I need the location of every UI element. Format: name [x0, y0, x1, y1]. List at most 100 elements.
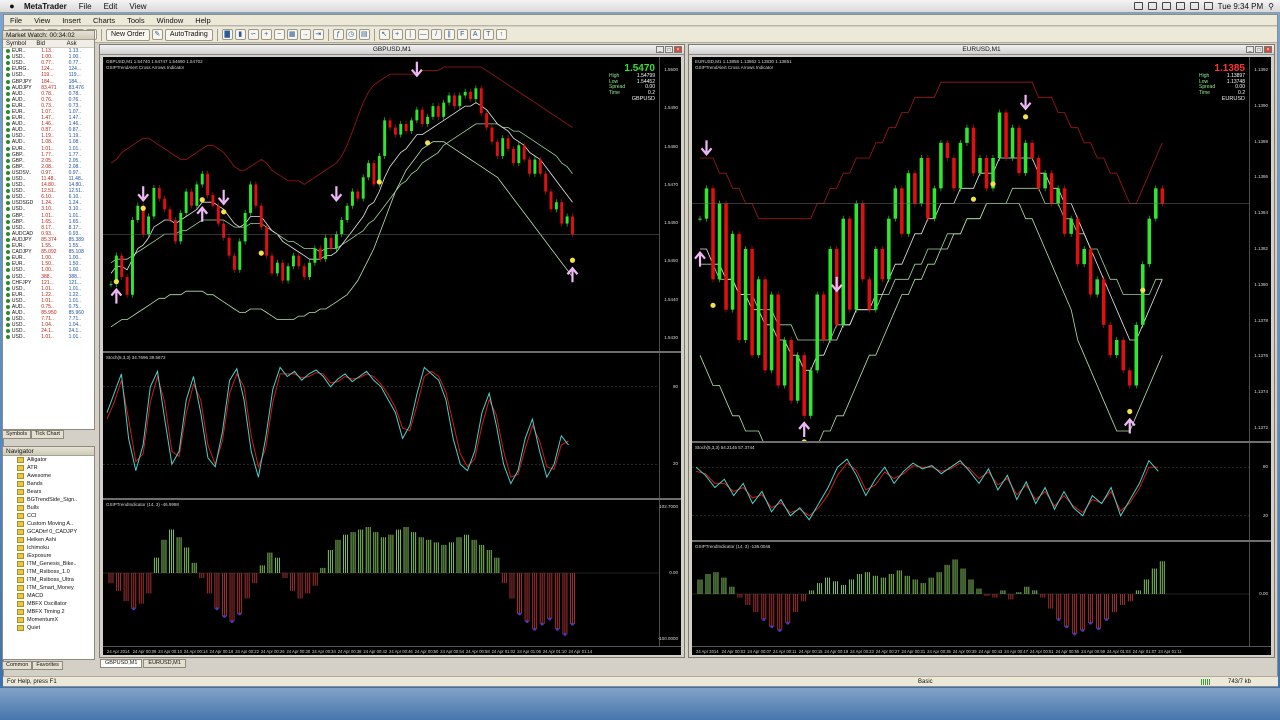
tray-icon[interactable]: [1161, 2, 1171, 10]
navigator-item[interactable]: ITM_Rsiboss_1.0: [3, 568, 94, 576]
new-order-button[interactable]: New Order: [106, 28, 150, 41]
time-axis: 24 Apr 2014 24 Apr 00:03 24 Apr 00:07 24 Ap…: [692, 646, 1271, 655]
channel-icon[interactable]: ∥: [443, 29, 455, 40]
ask-price: 1.55..: [68, 243, 82, 250]
navigator-item[interactable]: ATR: [3, 464, 94, 472]
tab-favorites[interactable]: Favorites: [32, 661, 63, 670]
trendline-icon[interactable]: /: [430, 29, 442, 40]
chart-shift-icon[interactable]: ⇥: [312, 29, 324, 40]
menu-tools[interactable]: Tools: [121, 16, 151, 25]
navigator-item[interactable]: CCI: [3, 512, 94, 520]
navigator-item[interactable]: ITM_Rsiboss_Ultra: [3, 576, 94, 584]
mac-menu-view[interactable]: View: [123, 2, 152, 11]
candle: [436, 106, 440, 117]
menu-view[interactable]: View: [28, 16, 56, 25]
col-symbol[interactable]: Symbol: [3, 40, 33, 47]
navigator-item[interactable]: BGTrendSide_Sign..: [3, 496, 94, 504]
navigator-item[interactable]: MomentumX: [3, 616, 94, 624]
auto-scroll-icon[interactable]: →: [299, 29, 311, 40]
navigator-item[interactable]: Alligator: [3, 456, 94, 464]
bar-chart-icon[interactable]: ▇: [221, 29, 233, 40]
mac-menu-edit[interactable]: Edit: [98, 2, 124, 11]
indicators-icon[interactable]: ƒ: [332, 29, 344, 40]
menu-charts[interactable]: Charts: [87, 16, 121, 25]
vertical-line-icon[interactable]: |: [404, 29, 416, 40]
menu-insert[interactable]: Insert: [56, 16, 87, 25]
minimize-icon[interactable]: _: [1246, 46, 1254, 53]
symbol-status-icon: [6, 292, 10, 297]
signal-dot: [569, 257, 576, 263]
spotlight-icon[interactable]: ⚲: [1268, 2, 1274, 11]
navigator-item[interactable]: ITM_Genesis_Bike..: [3, 560, 94, 568]
menu-clock[interactable]: Tue 9:34 PM: [1218, 2, 1264, 11]
navigator-item[interactable]: iExposure: [3, 552, 94, 560]
tile-windows-icon[interactable]: ▦: [286, 29, 298, 40]
tab-tick-chart[interactable]: Tick Chart: [31, 430, 64, 439]
templates-icon[interactable]: ▤: [358, 29, 370, 40]
wifi-icon[interactable]: [1175, 2, 1185, 10]
text-icon[interactable]: A: [469, 29, 481, 40]
minimize-icon[interactable]: _: [656, 46, 664, 53]
navigator-item[interactable]: MACD: [3, 592, 94, 600]
navigator-item[interactable]: Custom Moving A..: [3, 520, 94, 528]
mac-menu-file[interactable]: File: [73, 2, 98, 11]
navigator-item[interactable]: Heiken Ashi: [3, 536, 94, 544]
market-watch-row[interactable]: USD.. 1.01.. 1.01..: [3, 334, 94, 340]
navigator-item[interactable]: ITM_Smart_Money: [3, 584, 94, 592]
horizontal-line-icon[interactable]: —: [417, 29, 429, 40]
apple-icon[interactable]: ●: [6, 1, 18, 11]
tray-icon[interactable]: [1147, 2, 1157, 10]
crosshair-icon[interactable]: +: [391, 29, 403, 40]
tab-symbols[interactable]: Symbols: [2, 430, 32, 439]
line-chart-icon[interactable]: ∽: [247, 29, 259, 40]
navigator-item[interactable]: MBFX Timing 2: [3, 608, 94, 616]
periods-icon[interactable]: ◷: [345, 29, 357, 40]
chart-tab-gbpusd[interactable]: GBPUSD,M1: [100, 659, 143, 668]
col-ask[interactable]: Ask: [64, 40, 94, 47]
navigator-item[interactable]: Ichimoku: [3, 544, 94, 552]
time-tick-label: 24 Apr 01:07: [1132, 649, 1157, 654]
close-icon[interactable]: ×: [1264, 46, 1272, 53]
close-icon[interactable]: ×: [674, 46, 682, 53]
navigator-item[interactable]: MBFX Oscillator: [3, 600, 94, 608]
navigator-item[interactable]: Awesome: [3, 472, 94, 480]
chart-area[interactable]: GBPUSD,M1 1.54740 1.54747 1.54690 1.5470…: [103, 57, 681, 655]
maximize-icon[interactable]: □: [665, 46, 673, 53]
battery-icon[interactable]: [1203, 2, 1213, 10]
menu-file[interactable]: File: [4, 16, 28, 25]
ask-price: 1.08..: [68, 139, 82, 146]
oscillator-scale: 80 20: [1249, 443, 1271, 540]
navigator-item[interactable]: Bulls: [3, 504, 94, 512]
chart-area[interactable]: EURUSD,M1 1.13858 1.13862 1.13830 1.1385…: [692, 57, 1271, 655]
mac-menu-app[interactable]: MetaTrader: [18, 2, 73, 11]
navigator-item[interactable]: Quiet: [3, 624, 94, 632]
navigator-item[interactable]: Bears: [3, 488, 94, 496]
zoom-in-icon[interactable]: +: [260, 29, 272, 40]
autotrading-button[interactable]: AutoTrading: [164, 28, 213, 41]
bid-price: 1.01..: [41, 297, 54, 304]
cursor-icon[interactable]: ↖: [378, 29, 390, 40]
ask-price: 6.10..: [68, 194, 82, 201]
fibonacci-icon[interactable]: F: [456, 29, 468, 40]
symbol-status-icon: [6, 55, 10, 60]
bid-price: 1.24..: [41, 200, 54, 207]
navigator-item[interactable]: GCADtrf 0_CADJPY: [3, 528, 94, 536]
candle: [227, 237, 231, 256]
chart-tab-eurusd[interactable]: EURUSD,M1: [143, 659, 186, 668]
label-icon[interactable]: T: [482, 29, 494, 40]
menu-window[interactable]: Window: [151, 16, 190, 25]
volume-icon[interactable]: [1189, 2, 1199, 10]
candlestick-icon[interactable]: ▮: [234, 29, 246, 40]
col-bid[interactable]: Bid: [33, 40, 63, 47]
meta-editor-icon[interactable]: ✎: [151, 29, 163, 40]
time-tick-label: 24 Apr 00:35: [927, 649, 951, 654]
menu-help[interactable]: Help: [189, 16, 216, 25]
maximize-icon[interactable]: □: [1255, 46, 1263, 53]
tab-common[interactable]: Common: [2, 661, 33, 670]
arrows-icon[interactable]: ↑: [495, 29, 507, 40]
navigator-item[interactable]: Bands: [3, 480, 94, 488]
tray-icon[interactable]: [1133, 2, 1143, 10]
candle: [372, 163, 376, 185]
zoom-out-icon[interactable]: −: [273, 29, 285, 40]
symbol-status-icon: [6, 91, 10, 96]
